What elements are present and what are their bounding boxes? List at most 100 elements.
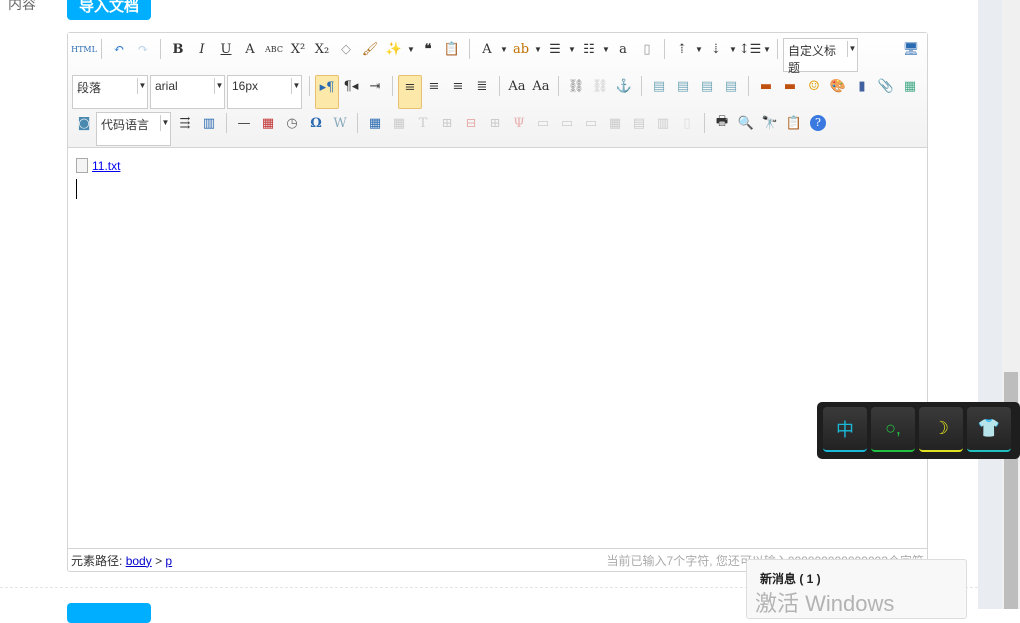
html-button[interactable]: HTML bbox=[71, 38, 97, 60]
image-none-button[interactable]: ▤ bbox=[647, 75, 671, 97]
custom-heading-select[interactable]: 自定义标题 ▼ bbox=[783, 38, 858, 75]
date-button[interactable]: ▦ bbox=[256, 112, 280, 134]
clear-doc-button[interactable]: ▯ bbox=[635, 38, 659, 60]
map-button[interactable]: ▦ bbox=[898, 75, 922, 97]
word-image-button[interactable]: W bbox=[328, 112, 352, 134]
insert-col-button[interactable]: ⊞ bbox=[483, 112, 507, 134]
code-language-select[interactable]: 代码语言 ▼ bbox=[96, 112, 171, 146]
ime-chinese-key[interactable]: 中 bbox=[823, 407, 867, 452]
chevron-down-icon[interactable]: ▼ bbox=[601, 38, 611, 60]
import-document-button[interactable]: 导入文档 bbox=[67, 0, 151, 20]
search-preview-button[interactable]: 🔍 bbox=[734, 112, 758, 134]
eraser-button[interactable]: ◇ bbox=[334, 38, 358, 60]
editor-content[interactable]: 11.txt bbox=[68, 148, 927, 548]
fontborder-button[interactable]: A bbox=[238, 38, 262, 60]
delete-table-button[interactable]: ▦ bbox=[387, 112, 411, 134]
unlink-button[interactable]: ⛓ bbox=[588, 75, 612, 97]
horizontal-rule-button[interactable]: — bbox=[232, 112, 256, 134]
merge-cells-button[interactable]: ▭ bbox=[531, 112, 555, 134]
align-right-button[interactable]: ≡ bbox=[446, 75, 470, 97]
chevron-down-icon[interactable]: ▼ bbox=[533, 38, 543, 60]
path-body-link[interactable]: body bbox=[126, 554, 152, 568]
ime-moon-key[interactable]: ☽ bbox=[919, 407, 963, 452]
strikethrough-button[interactable]: ABC bbox=[262, 38, 286, 60]
chevron-down-icon[interactable]: ▼ bbox=[694, 38, 704, 60]
delete-row-button[interactable]: ⊟ bbox=[459, 112, 483, 134]
select-value: 16px bbox=[232, 79, 259, 93]
image-center-button[interactable]: ▤ bbox=[719, 75, 743, 97]
preview-button[interactable]: 🖥 bbox=[899, 38, 923, 60]
auto-typeset-button[interactable]: 📋 bbox=[782, 112, 806, 134]
file-link[interactable]: 11.txt bbox=[92, 159, 120, 173]
align-left-button[interactable]: ≡ bbox=[398, 75, 422, 109]
subscript-button[interactable]: X₂ bbox=[310, 38, 334, 60]
video-button[interactable]: ▮ bbox=[850, 75, 874, 97]
image-right-button[interactable]: ▤ bbox=[695, 75, 719, 97]
multi-image-button[interactable]: ▬ bbox=[778, 75, 802, 97]
split-cells-button[interactable]: ▦ bbox=[603, 112, 627, 134]
scrawl-button[interactable]: 🎨 bbox=[826, 75, 850, 97]
split-rows-button[interactable]: ▤ bbox=[627, 112, 651, 134]
paragraph-select[interactable]: 段落 ▼ bbox=[72, 75, 148, 109]
image-button[interactable]: ▬ bbox=[754, 75, 778, 97]
time-button[interactable]: ◷ bbox=[280, 112, 304, 134]
page-break-button[interactable]: ⇶ bbox=[173, 112, 197, 134]
ime-skin-key[interactable]: 👕 bbox=[967, 407, 1011, 452]
bold-button[interactable]: B bbox=[166, 38, 190, 60]
line-height-button[interactable]: ↕☰ bbox=[738, 38, 762, 60]
to-uppercase-button[interactable]: Aa bbox=[505, 75, 529, 97]
insert-row-button[interactable]: ⊞ bbox=[435, 112, 459, 134]
select-all-button[interactable]: a bbox=[611, 38, 635, 60]
magic-button[interactable]: ✨ bbox=[382, 38, 406, 60]
merge-down-button[interactable]: ▭ bbox=[579, 112, 603, 134]
unordered-list-button[interactable]: ☷ bbox=[577, 38, 601, 60]
attachment-button[interactable]: 📎 bbox=[874, 75, 898, 97]
font-size-select[interactable]: 16px ▼ bbox=[227, 75, 302, 109]
align-center-button[interactable]: ≡ bbox=[422, 75, 446, 97]
submit-button[interactable] bbox=[67, 603, 151, 623]
split-cols-button[interactable]: ▥ bbox=[651, 112, 675, 134]
ime-punctuation-key[interactable]: ○, bbox=[871, 407, 915, 452]
undo-button[interactable]: ↶ bbox=[107, 38, 131, 60]
emotion-button[interactable]: ☺ bbox=[802, 75, 826, 97]
delete-col-button[interactable]: Ψ bbox=[507, 112, 531, 134]
row-spacing-bottom-button[interactable]: ⇣ bbox=[704, 38, 728, 60]
special-char-button[interactable]: Ω bbox=[304, 112, 328, 134]
redo-button[interactable]: ↷ bbox=[131, 38, 155, 60]
superscript-button[interactable]: X² bbox=[286, 38, 310, 60]
chevron-down-icon[interactable]: ▼ bbox=[762, 38, 772, 60]
image-left-button[interactable]: ▤ bbox=[671, 75, 695, 97]
italic-button[interactable]: I bbox=[190, 38, 214, 60]
to-lowercase-button[interactable]: Aa bbox=[529, 75, 553, 97]
chevron-down-icon[interactable]: ▼ bbox=[406, 38, 416, 60]
ordered-list-button[interactable]: ☰ bbox=[543, 38, 567, 60]
path-p-link[interactable]: p bbox=[165, 554, 172, 568]
font-color-button[interactable]: A bbox=[475, 38, 499, 60]
highlight-button[interactable]: ab bbox=[509, 38, 533, 60]
insert-table-button[interactable]: ▦ bbox=[363, 112, 387, 134]
anchor-button[interactable]: ⚓ bbox=[612, 75, 636, 97]
underline-button[interactable]: U bbox=[214, 38, 238, 60]
link-button[interactable]: ⛓ bbox=[564, 75, 588, 97]
font-family-select[interactable]: arial ▼ bbox=[150, 75, 225, 109]
quote-button[interactable]: ❝ bbox=[416, 38, 440, 60]
insert-caption-button[interactable]: T bbox=[411, 112, 435, 134]
justify-button[interactable]: ≣ bbox=[470, 75, 494, 97]
chevron-down-icon[interactable]: ▼ bbox=[728, 38, 738, 60]
rtl-button[interactable]: ¶◂ bbox=[339, 75, 363, 97]
ltr-button[interactable]: ▸¶ bbox=[315, 75, 339, 109]
print-button[interactable]: 🖶 bbox=[710, 112, 734, 134]
paste-text-button[interactable]: 📋 bbox=[440, 38, 464, 60]
template-button[interactable]: ▥ bbox=[197, 112, 221, 134]
chevron-down-icon[interactable]: ▼ bbox=[499, 38, 509, 60]
indent-button[interactable]: ⇥ bbox=[363, 75, 387, 97]
attachment-link[interactable]: 11.txt bbox=[76, 158, 919, 173]
format-brush-button[interactable]: 🖌 bbox=[358, 38, 382, 60]
help-button[interactable]: ? bbox=[806, 112, 830, 134]
merge-right-button[interactable]: ▭ bbox=[555, 112, 579, 134]
insert-frame-button[interactable]: ◙ bbox=[72, 112, 96, 134]
charts-button[interactable]: ▯ bbox=[675, 112, 699, 134]
row-spacing-top-button[interactable]: ⇡ bbox=[670, 38, 694, 60]
search-replace-button[interactable]: 🔭 bbox=[758, 112, 782, 134]
chevron-down-icon[interactable]: ▼ bbox=[567, 38, 577, 60]
